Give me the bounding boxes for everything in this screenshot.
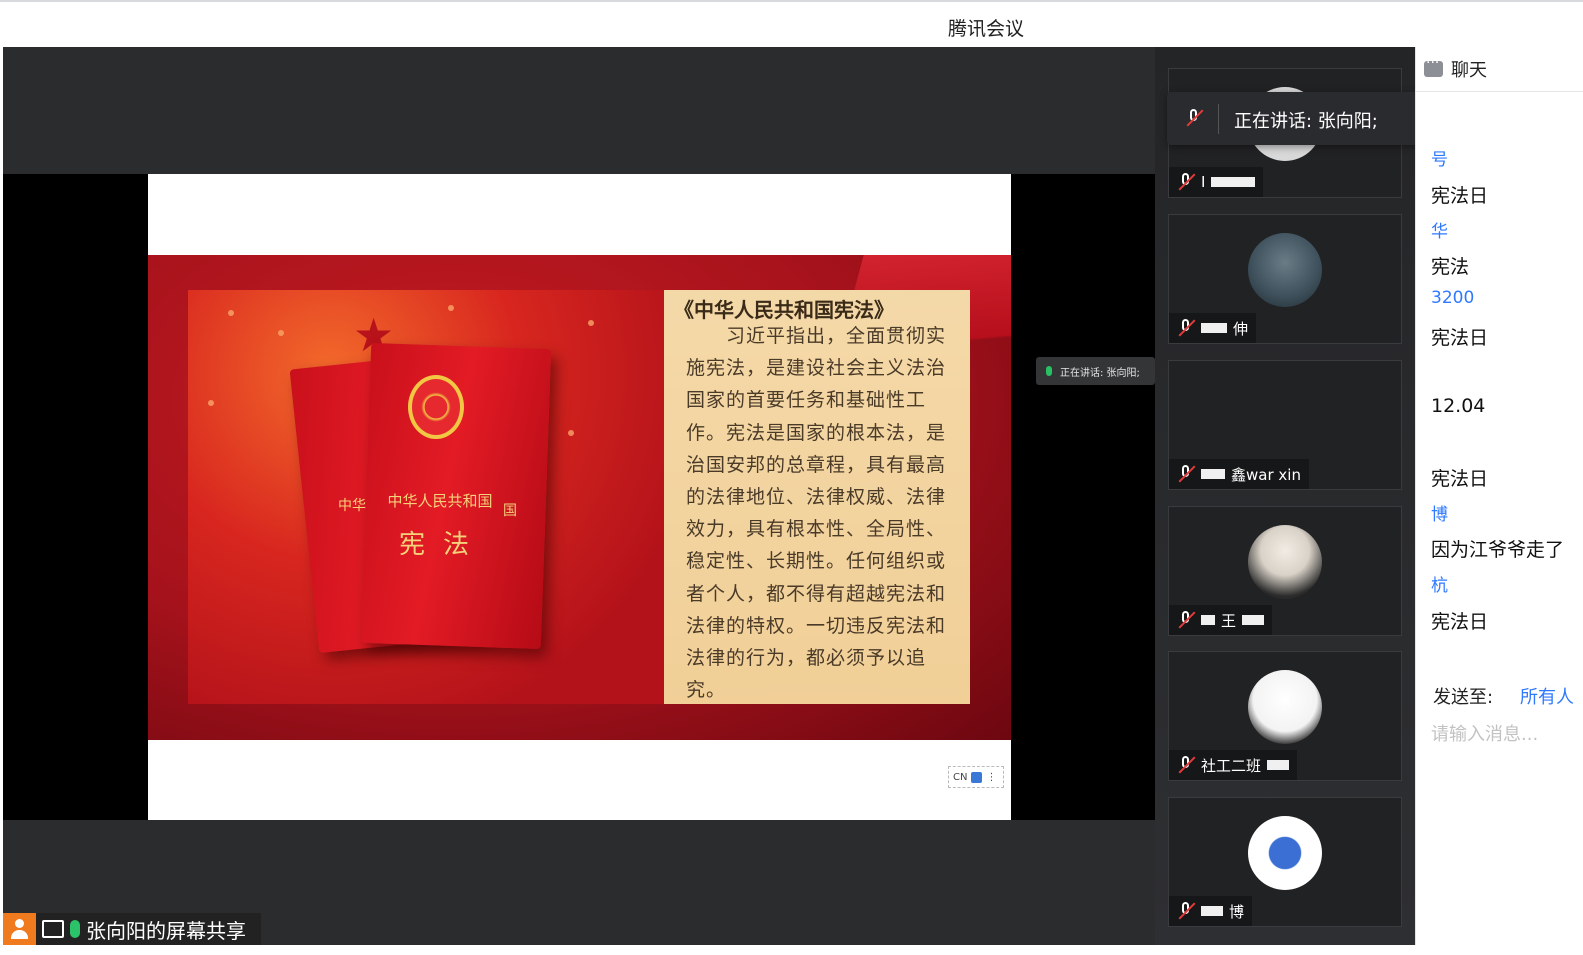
mic-muted-icon	[1177, 756, 1195, 774]
chat-message: 宪法日	[1431, 468, 1489, 490]
book-title: 中华人民共和国	[387, 492, 493, 510]
avatar	[1248, 670, 1322, 744]
mic-muted-icon	[1177, 465, 1195, 483]
chat-message: 宪法日	[1431, 185, 1489, 207]
participant-tile[interactable]: 博	[1168, 797, 1402, 927]
participant-name-bar: 鑫war xin	[1169, 459, 1309, 489]
main-video-stage[interactable]: ★ 中华人民共和国 宪法 中华 国 《中华人民共和国宪法》 习近平指出，全面贯彻…	[3, 47, 1155, 945]
participant-name: 王	[1221, 611, 1237, 630]
chat-bubble-icon	[1424, 55, 1443, 77]
chat-message: 12.04	[1431, 395, 1486, 417]
mic-icon	[1046, 366, 1052, 376]
shared-slide: ★ 中华人民共和国 宪法 中华 国 《中华人民共和国宪法》 习近平指出，全面贯彻…	[148, 174, 1011, 820]
more-icon: ⋮	[986, 771, 997, 783]
chat-panel[interactable]: 聊天 号 宪法日 华 宪法 3200 宪法日 12.04 宪法日 博 因为江爷爷…	[1415, 47, 1583, 945]
participant-list[interactable]: I 伸 鑫war xin 王 社工二班 博	[1155, 47, 1415, 945]
slide-body-text: 习近平指出，全面贯彻实施宪法，是建设社会主义法治国家的首要任务和基础性工作。宪法…	[686, 325, 947, 702]
chat-header: 聊天	[1416, 47, 1583, 92]
participant-tile[interactable]: 社工二班	[1168, 651, 1402, 781]
speaking-text: 正在讲话: 张向阳;	[1234, 111, 1378, 132]
mic-muted-icon	[1177, 611, 1195, 629]
screen-share-area[interactable]: ★ 中华人民共和国 宪法 中华 国 《中华人民共和国宪法》 习近平指出，全面贯彻…	[3, 174, 1155, 820]
chat-sender: 号	[1431, 150, 1448, 170]
national-emblem-icon	[408, 375, 464, 439]
chat-sender: 博	[1431, 505, 1448, 525]
window-title: 腾讯会议	[948, 18, 1025, 40]
chat-sender: 3200	[1431, 288, 1475, 308]
user-icon	[971, 771, 983, 783]
chat-message: 宪法日	[1431, 611, 1489, 633]
participant-name-bar: 社工二班	[1169, 750, 1298, 780]
participant-name-bar: I	[1169, 167, 1264, 197]
mic-muted-icon	[1177, 173, 1195, 191]
send-to-label: 发送至:	[1433, 687, 1494, 708]
book-big-title: 宪法	[398, 530, 487, 560]
participant-name-bar: 伸	[1169, 313, 1257, 343]
chat-header-label: 聊天	[1451, 60, 1487, 81]
mic-muted-icon	[1185, 109, 1203, 127]
screen-share-label: 张向阳的屏幕共享	[3, 913, 261, 945]
participant-name-bar: 王	[1169, 605, 1273, 635]
chat-message: 宪法日	[1431, 327, 1489, 349]
share-label-text: 张向阳的屏幕共享	[86, 918, 246, 943]
chat-sender: 杭	[1431, 576, 1448, 596]
constitution-image: ★ 中华人民共和国 宪法 中华 国	[188, 290, 664, 704]
participant-name-bar: 博	[1169, 896, 1253, 926]
participant-tile[interactable]: 鑫war xin	[1168, 360, 1402, 490]
participant-tile[interactable]: 王	[1168, 506, 1402, 636]
slide-red-band: ★ 中华人民共和国 宪法 中华 国 《中华人民共和国宪法》 习近平指出，全面贯彻…	[148, 255, 1011, 740]
cn-label: CN	[953, 771, 968, 783]
avatar	[1248, 525, 1322, 599]
input-method-widget[interactable]: CN ⋮	[948, 766, 1004, 788]
avatar	[1248, 233, 1322, 307]
book-side-left: 中华	[338, 498, 366, 514]
mic-muted-icon	[1177, 902, 1195, 920]
slide-title: 《中华人民共和国宪法》	[674, 298, 894, 322]
chat-input[interactable]: 请输入消息...	[1431, 720, 1538, 746]
participant-name: I	[1201, 173, 1206, 191]
screen-share-icon	[42, 920, 64, 938]
chat-message: 宪法	[1431, 256, 1470, 278]
mini-speaking-indicator: 正在讲话: 张向阳;	[1036, 357, 1155, 385]
participant-tile[interactable]: 伸	[1168, 214, 1402, 344]
slide-text-panel: 《中华人民共和国宪法》 习近平指出，全面贯彻实施宪法，是建设社会主义法治国家的首…	[664, 290, 970, 704]
mini-speaking-text: 正在讲话: 张向阳;	[1060, 367, 1140, 379]
book-side-right: 国	[503, 503, 517, 519]
participant-name: 鑫war xin	[1231, 465, 1301, 484]
mic-icon	[70, 920, 80, 938]
chat-sender: 华	[1431, 222, 1448, 242]
participant-name: 博	[1229, 902, 1245, 921]
mic-muted-icon	[1177, 319, 1195, 337]
chat-message: 因为江爷爷走了	[1431, 539, 1565, 561]
participant-name: 社工二班	[1201, 756, 1262, 775]
participant-name: 伸	[1233, 319, 1249, 338]
avatar	[1248, 816, 1322, 890]
title-bar: 腾讯会议	[0, 0, 1583, 47]
person-icon	[3, 913, 36, 945]
send-to-target[interactable]: 所有人	[1520, 683, 1574, 709]
